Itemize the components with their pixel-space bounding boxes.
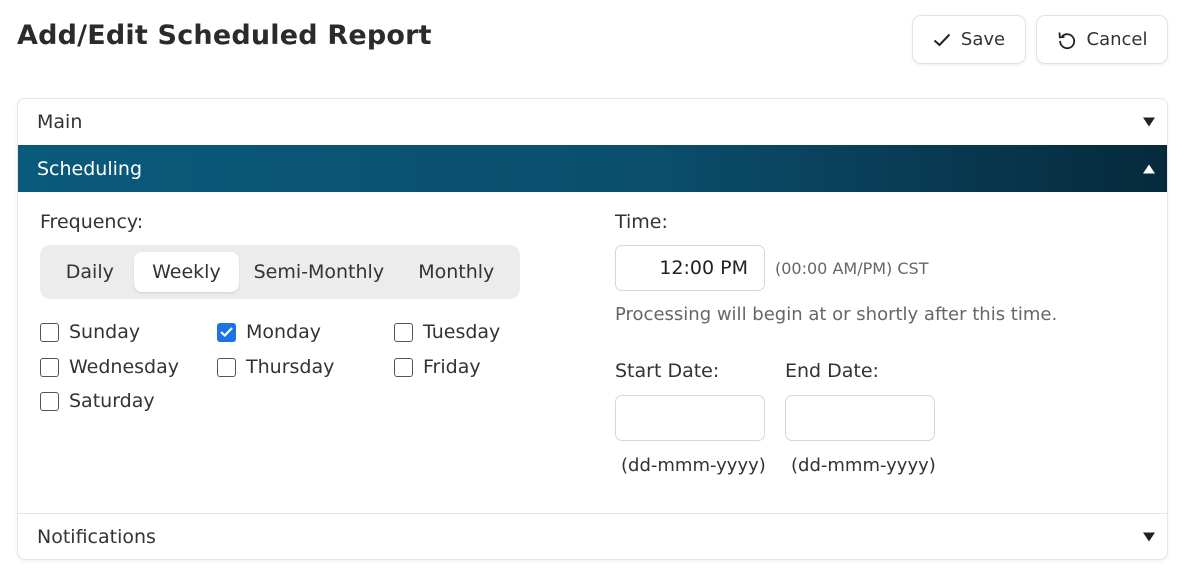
time-label: Time: xyxy=(615,211,668,233)
start-date-format-hint: (dd-mmm-yyyy) xyxy=(621,455,766,476)
section-scheduling-header[interactable]: Scheduling xyxy=(18,145,1167,192)
day-label: Saturday xyxy=(69,390,155,412)
time-value: 12:00 PM xyxy=(659,257,748,279)
start-date-label: Start Date: xyxy=(615,360,720,382)
frequency-option-weekly[interactable]: Weekly xyxy=(133,252,240,292)
frequency-segmented-control: Daily Weekly Semi-Monthly Monthly xyxy=(40,245,520,299)
section-notifications-header[interactable]: Notifications xyxy=(18,513,1167,559)
checkbox-icon[interactable] xyxy=(40,322,59,342)
day-label: Wednesday xyxy=(69,356,180,378)
undo-icon xyxy=(1057,30,1077,50)
checkbox-icon[interactable] xyxy=(40,391,59,411)
day-checkbox-wednesday[interactable]: Wednesday xyxy=(40,356,179,378)
day-label: Tuesday xyxy=(423,321,501,343)
save-button[interactable]: Save xyxy=(912,15,1026,64)
day-checkbox-monday[interactable]: Monday xyxy=(217,321,321,343)
cancel-button-label: Cancel xyxy=(1086,29,1148,50)
day-label: Sunday xyxy=(69,321,141,343)
cancel-button[interactable]: Cancel xyxy=(1036,15,1168,64)
checkbox-icon[interactable] xyxy=(394,357,413,377)
end-date-format-hint: (dd-mmm-yyyy) xyxy=(791,455,936,476)
checkbox-checked-icon[interactable] xyxy=(217,322,236,342)
day-checkbox-tuesday[interactable]: Tuesday xyxy=(394,321,500,343)
checkbox-icon[interactable] xyxy=(217,357,236,377)
caret-down-icon xyxy=(1143,117,1155,127)
time-input[interactable]: 12:00 PM xyxy=(615,245,765,291)
checkbox-icon[interactable] xyxy=(394,322,413,342)
frequency-option-monthly[interactable]: Monthly xyxy=(398,252,514,292)
day-label: Friday xyxy=(423,356,481,378)
checkbox-icon[interactable] xyxy=(40,357,59,377)
frequency-option-semi-monthly[interactable]: Semi-Monthly xyxy=(239,252,398,292)
start-date-input[interactable] xyxy=(615,395,765,441)
caret-up-icon xyxy=(1143,164,1155,173)
section-notifications-label: Notifications xyxy=(37,525,156,548)
page-title: Add/Edit Scheduled Report xyxy=(17,20,432,51)
day-checkbox-thursday[interactable]: Thursday xyxy=(217,356,334,378)
day-label: Thursday xyxy=(246,356,335,378)
caret-down-icon xyxy=(1143,532,1155,541)
end-date-label: End Date: xyxy=(785,360,879,382)
check-icon xyxy=(933,33,951,47)
save-button-label: Save xyxy=(960,29,1006,50)
section-scheduling-label: Scheduling xyxy=(37,157,143,180)
time-format-hint: (00:00 AM/PM) CST xyxy=(775,259,929,278)
section-main-header[interactable]: Main xyxy=(18,99,1167,145)
day-label: Monday xyxy=(246,321,322,343)
day-checkbox-saturday[interactable]: Saturday xyxy=(40,390,155,412)
frequency-label: Frequency: xyxy=(40,211,144,233)
report-panel: Main Scheduling Frequency: Daily Weekly … xyxy=(17,98,1168,560)
day-checkbox-friday[interactable]: Friday xyxy=(394,356,481,378)
frequency-option-daily[interactable]: Daily xyxy=(46,252,134,292)
day-checkbox-sunday[interactable]: Sunday xyxy=(40,321,140,343)
section-main-label: Main xyxy=(37,111,83,133)
time-help-text: Processing will begin at or shortly afte… xyxy=(615,304,1058,325)
end-date-input[interactable] xyxy=(785,395,935,441)
